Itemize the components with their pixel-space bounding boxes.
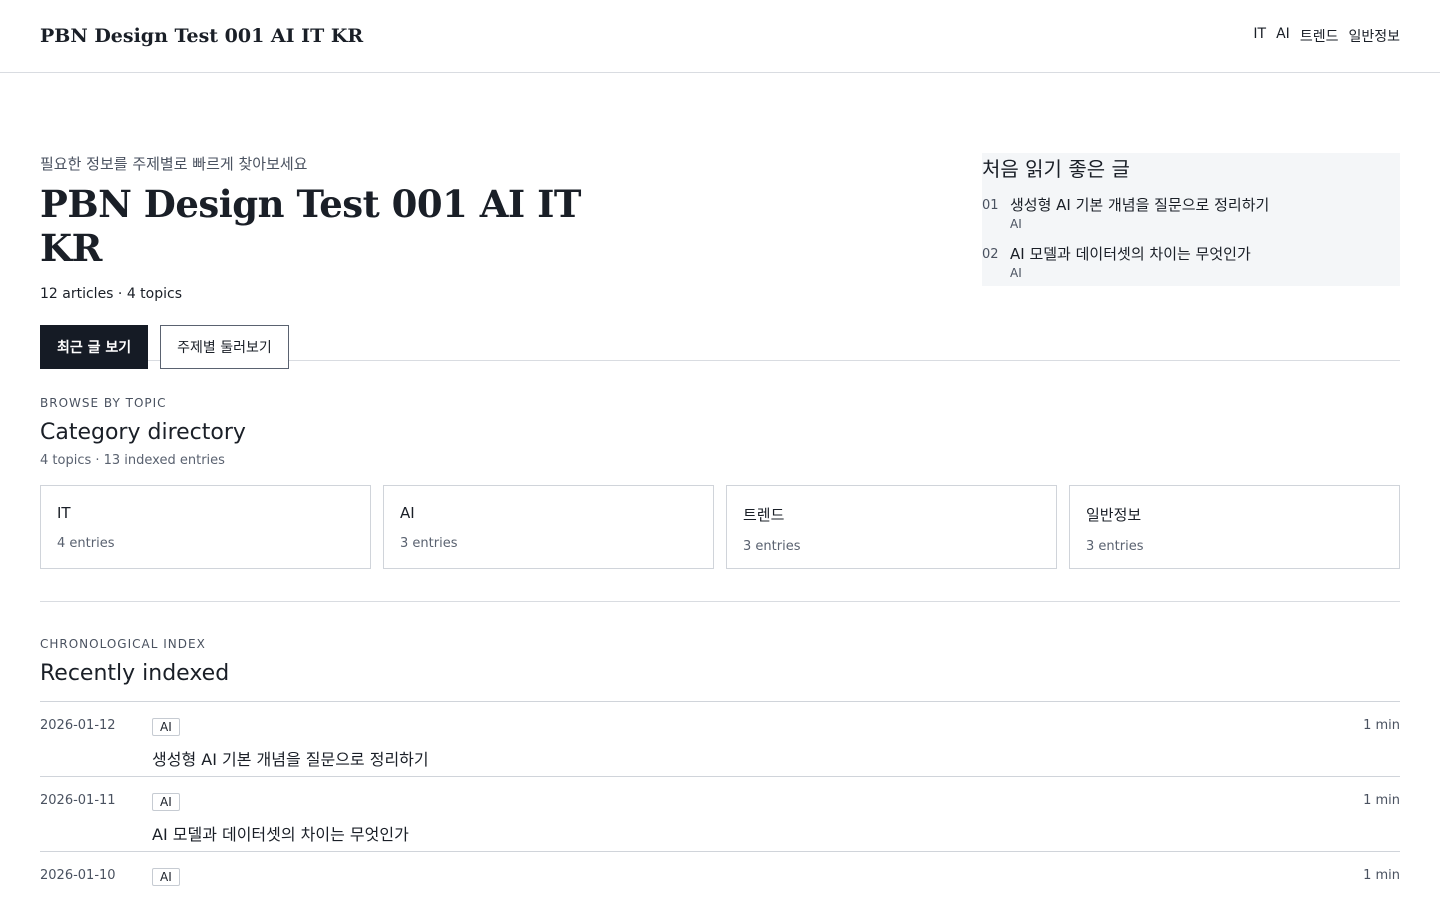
category-count: 3 entries <box>743 539 801 554</box>
category-count: 3 entries <box>1086 539 1144 554</box>
category-name: 트렌드 <box>743 506 785 524</box>
category-name: AI <box>400 504 415 522</box>
starter-item-number: 02 <box>982 247 999 262</box>
category-label: BROWSE BY TOPIC <box>40 396 167 410</box>
starter-item-category: AI <box>1010 217 1022 231</box>
list-item[interactable]: 2026-01-10 AI 1 min <box>40 852 1400 900</box>
category-name: IT <box>57 504 71 522</box>
list-item[interactable]: 2026-01-12 AI 생성형 AI 기본 개념을 질문으로 정리하기 1 … <box>40 702 1400 777</box>
post-tag[interactable]: AI <box>152 868 180 886</box>
reading-time: 1 min <box>1363 793 1400 808</box>
starter-item[interactable]: 01 생성형 AI 기본 개념을 질문으로 정리하기 AI <box>982 194 1400 231</box>
starter-item-title[interactable]: AI 모델과 데이터셋의 차이는 무엇인가 <box>1010 243 1251 264</box>
post-title[interactable]: AI 모델과 데이터셋의 차이는 무엇인가 <box>152 821 1363 845</box>
browse-topics-button[interactable]: 주제별 둘러보기 <box>160 325 289 369</box>
site-brand[interactable]: PBN Design Test 001 AI IT KR <box>40 25 363 47</box>
post-date: 2026-01-10 <box>40 868 116 883</box>
hero-actions: 최근 글 보기 주제별 둘러보기 <box>40 325 640 369</box>
post-date: 2026-01-11 <box>40 793 116 808</box>
nav-item-trend[interactable]: 트렌드 <box>1300 26 1339 46</box>
post-title[interactable]: 생성형 AI 기본 개념을 질문으로 정리하기 <box>152 746 1363 770</box>
recent-posts-button[interactable]: 최근 글 보기 <box>40 325 149 369</box>
category-name: 일반정보 <box>1086 506 1142 524</box>
category-card-ai[interactable]: AI 3 entries <box>383 485 714 569</box>
post-tag[interactable]: AI <box>152 718 180 736</box>
hero-section: 필요한 정보를 주제별로 빠르게 찾아보세요 PBN Design Test 0… <box>40 73 1400 369</box>
page-title: PBN Design Test 001 AI IT KR <box>40 182 581 270</box>
main-nav: IT AI 트렌드 일반정보 <box>1253 26 1400 46</box>
category-grid: IT 4 entries AI 3 entries 트렌드 3 entries … <box>40 485 1400 601</box>
reading-time: 1 min <box>1363 868 1400 883</box>
starter-item-category: AI <box>1010 266 1022 280</box>
nav-item-it[interactable]: IT <box>1253 26 1266 46</box>
recent-section: CHRONOLOGICAL INDEX Recently indexed 202… <box>40 637 1400 900</box>
list-item[interactable]: 2026-01-11 AI AI 모델과 데이터셋의 차이는 무엇인가 1 mi… <box>40 777 1400 852</box>
hero-intro: 필요한 정보를 주제별로 빠르게 찾아보세요 PBN Design Test 0… <box>40 153 640 369</box>
nav-item-ai[interactable]: AI <box>1276 26 1290 46</box>
category-count: 3 entries <box>400 536 458 551</box>
main-content: 필요한 정보를 주제별로 빠르게 찾아보세요 PBN Design Test 0… <box>0 73 1440 900</box>
category-title: Category directory <box>40 420 246 445</box>
hero-eyebrow: 필요한 정보를 주제별로 빠르게 찾아보세요 <box>40 155 308 173</box>
starter-item[interactable]: 02 AI 모델과 데이터셋의 차이는 무엇인가 AI <box>982 243 1400 280</box>
recent-list: 2026-01-12 AI 생성형 AI 기본 개념을 질문으로 정리하기 1 … <box>40 701 1400 900</box>
starter-item-number: 01 <box>982 198 999 213</box>
category-count: 4 entries <box>57 536 115 551</box>
category-section: BROWSE BY TOPIC Category directory 4 top… <box>40 396 1400 602</box>
post-date: 2026-01-12 <box>40 718 116 733</box>
category-card-trend[interactable]: 트렌드 3 entries <box>726 485 1057 569</box>
starter-item-title[interactable]: 생성형 AI 기본 개념을 질문으로 정리하기 <box>1010 194 1269 215</box>
category-card-it[interactable]: IT 4 entries <box>40 485 371 569</box>
nav-item-general[interactable]: 일반정보 <box>1348 26 1400 46</box>
reading-time: 1 min <box>1363 718 1400 733</box>
category-card-general[interactable]: 일반정보 3 entries <box>1069 485 1400 569</box>
recent-title: Recently indexed <box>40 661 230 686</box>
site-header: PBN Design Test 001 AI IT KR IT AI 트렌드 일… <box>0 0 1440 73</box>
recent-label: CHRONOLOGICAL INDEX <box>40 637 206 651</box>
hero-meta: 12 articles · 4 topics <box>40 286 183 302</box>
starter-panel: 처음 읽기 좋은 글 01 생성형 AI 기본 개념을 질문으로 정리하기 AI… <box>982 153 1400 286</box>
starter-title: 처음 읽기 좋은 글 <box>982 157 1130 181</box>
post-tag[interactable]: AI <box>152 793 180 811</box>
category-subtitle: 4 topics · 13 indexed entries <box>40 453 225 468</box>
